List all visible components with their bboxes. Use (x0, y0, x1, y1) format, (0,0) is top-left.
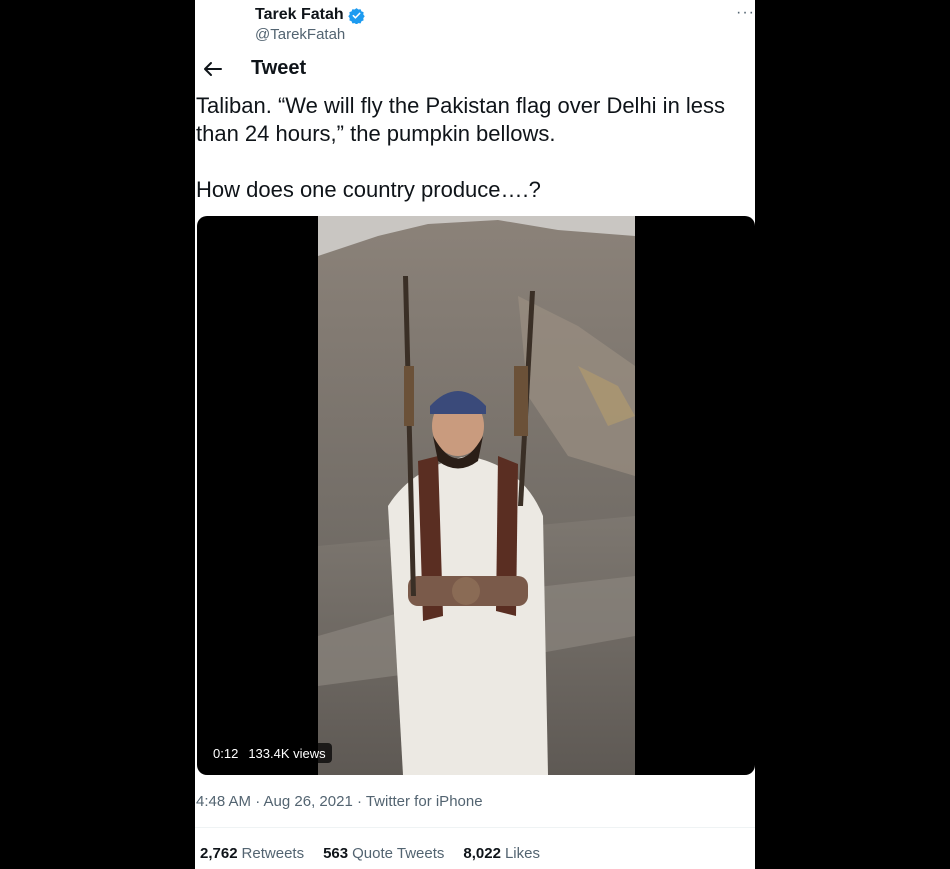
page-title: Tweet (251, 57, 307, 79)
likes-stat[interactable]: 8,022 Likes (463, 845, 540, 862)
likes-label: Likes (504, 845, 540, 862)
retweets-label: Retweets (241, 845, 305, 862)
verified-badge-icon (347, 7, 365, 24)
back-arrow-icon[interactable] (201, 58, 225, 80)
retweets-stat[interactable]: 2,762 Retweets (200, 845, 304, 862)
quote-tweets-stat[interactable]: 563 Quote Tweets (323, 845, 444, 862)
tweet-text: Taliban. “We will fly the Pakistan flag … (196, 93, 726, 202)
likes-count: 8,022 (463, 845, 501, 862)
video-player[interactable]: 0:12 133.4K views (197, 216, 755, 775)
retweets-count: 2,762 (200, 845, 238, 862)
author-name-row[interactable]: Tarek Fatah (255, 6, 365, 24)
video-duration: 0:12 (213, 745, 239, 761)
author-name[interactable]: Tarek Fatah (255, 6, 344, 24)
video-info-badge: 0:12 133.4K views (207, 743, 332, 763)
video-views: 133.4K views (248, 745, 326, 761)
author-handle[interactable]: @TarekFatah (255, 26, 345, 43)
quote-tweets-count: 563 (323, 845, 349, 862)
divider (195, 827, 755, 828)
tweet-stats: 2,762 Retweets 563 Quote Tweets 8,022 Likes (200, 845, 540, 862)
quote-tweets-label: Quote Tweets (352, 845, 445, 862)
tweet-panel: Tarek Fatah @TarekFatah ··· Tweet Taliba… (195, 0, 755, 869)
video-frame (318, 216, 635, 775)
tweet-timestamp-source[interactable]: 4:48 AM · Aug 26, 2021 · Twitter for iPh… (196, 793, 483, 810)
more-options-icon[interactable]: ··· (736, 4, 755, 22)
